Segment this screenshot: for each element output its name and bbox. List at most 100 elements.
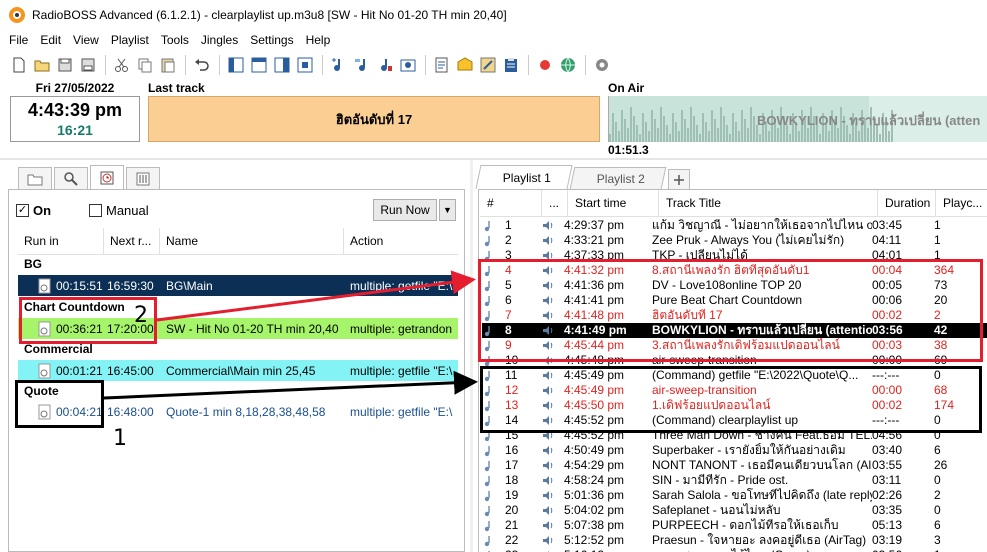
track-note-icon [482,490,494,502]
col-start-time[interactable]: Start time [568,189,659,217]
radioboss-app-icon [9,7,25,23]
track-playcount: 6 [934,518,941,532]
track-start-time: 5:12:52 pm [564,533,625,547]
tab-mixer[interactable] [126,167,160,189]
on-air-label: On Air [608,81,645,95]
on-air-waveform[interactable]: BOWKYLION - ทราบแล้วเปลี่ยน (atten [608,96,987,142]
stream-icon[interactable] [557,54,579,76]
col-name[interactable]: Name [160,227,344,255]
menu-tools[interactable]: Tools [155,30,195,50]
track-playcount: 26 [934,458,948,472]
tag-editor-icon[interactable] [477,54,499,76]
add-special-icon[interactable] [374,54,396,76]
add-folder-icon[interactable] [397,54,419,76]
menu-settings[interactable]: Settings [244,30,299,50]
next-run: 16:59:30 [107,278,154,293]
col-duration[interactable]: Duration [878,189,936,217]
col-playcount[interactable]: Playc... [936,190,987,217]
col-next-run[interactable]: Next r... [104,227,160,255]
new-file-icon[interactable] [8,54,30,76]
add-track-icon[interactable] [328,54,350,76]
save-icon[interactable] [54,54,76,76]
track-note-icon [482,460,494,472]
tab-playlist-1[interactable]: Playlist 1 [475,165,573,189]
menu-view[interactable]: View [67,30,105,50]
waveform-bar [753,116,755,142]
annotation-box-red-playlist [478,259,983,362]
next-run: 16:45:00 [107,363,154,378]
run-now-button[interactable]: Run Now [373,199,437,221]
copy-icon[interactable] [134,54,156,76]
menu-edit[interactable]: Edit [34,30,67,50]
col-number[interactable]: # [480,189,542,217]
waveform-bar [624,119,626,142]
track-start-time: 4:33:21 pm [564,233,625,247]
event-icon [38,278,51,293]
track-duration: 03:45 [872,218,903,232]
waveform-bar [657,128,659,142]
manual-checkbox[interactable]: Manual [89,203,149,218]
menu-file[interactable]: File [0,30,34,50]
track-title: NONT TANONT - เธอมีคนเดียวบนโลก (Al... [652,458,872,472]
event-action: multiple: getfile "E:\ [350,278,453,293]
paste-icon[interactable] [157,54,179,76]
playlist-row[interactable]: 22 5:12:52 pm Praesun - ใจหายอะ ลงคอยู่ดีเ… [482,533,987,548]
waveform-bar [669,134,671,142]
playlist-row[interactable]: 19 5:01:36 pm Sarah Salola - ขอโทษที่ไปคิด… [482,488,987,503]
col-track-title[interactable]: Track Title [659,189,878,217]
label-icon[interactable] [454,54,476,76]
menu-help[interactable]: Help [300,30,337,50]
scheduler-on-checkbox[interactable]: ✓ On [16,203,51,218]
track-number: 17 [505,458,519,472]
col-run-in[interactable]: Run in [18,227,104,255]
track-start-time: 5:01:36 pm [564,488,625,502]
layout-left-icon[interactable] [225,54,247,76]
speaker-icon [534,490,562,501]
record-icon[interactable] [534,54,556,76]
layout-top-icon[interactable] [248,54,270,76]
track-title: PURPEECH - ดอกไม้ที่รอให้เธอเก็บ [652,518,839,532]
report-icon[interactable] [431,54,453,76]
menu-jingles[interactable]: Jingles [195,30,244,50]
playlist-row[interactable]: 1 4:29:37 pm แก้ม วิชญาณี - ไม่อยากให้เธอจ… [482,218,987,233]
waveform-bar [672,113,674,142]
speaker-icon [534,475,562,486]
waveform-bar [627,128,629,142]
run-in: 00:01:21 [56,363,103,378]
col-action[interactable]: Action [344,228,458,255]
tab-scheduler[interactable] [90,165,124,189]
annotation-box-black-playlist [480,366,982,433]
playlist-row[interactable]: 16 4:50:49 pm Superbaker - เรายังยิ้มให้กั… [482,443,987,458]
layout-split-icon[interactable] [271,54,293,76]
waveform-bar [675,122,677,142]
playlist-row[interactable]: 2 4:33:21 pm Zee Pruk - Always You (ไม่เคย… [482,233,987,248]
layout-box-icon[interactable] [294,54,316,76]
cut-icon[interactable] [111,54,133,76]
add-playlist-button[interactable] [668,169,691,189]
undo-icon[interactable] [191,54,213,76]
tab-explorer[interactable] [18,167,52,189]
scheduler-row[interactable]: 00:01:21 16:45:00 Commercial\Main min 25… [18,360,458,381]
run-now-dropdown[interactable]: ▼ [439,199,456,221]
insert-track-icon[interactable] [351,54,373,76]
tab-playlist-2[interactable]: Playlist 2 [569,167,667,189]
waveform-bar [651,110,653,142]
menu-playlist[interactable]: Playlist [105,30,155,50]
waveform-bar [678,131,680,142]
save-as-icon[interactable] [77,54,99,76]
playlist-row[interactable]: 20 5:04:02 pm Safeplanet - นอนไม่หลับ 03:35… [482,503,987,518]
open-icon[interactable] [31,54,53,76]
playlist-row[interactable]: 23 5:16:12 pmพลอยชมพู - ขอได้ไหม (Cover)0… [482,548,987,552]
clipboard-icon[interactable] [500,54,522,76]
group-bg[interactable]: BG [24,257,42,271]
settings-icon[interactable] [591,54,613,76]
scheduler-row[interactable]: 00:15:51 16:59:30 BG\Main multiple: getf… [18,275,458,296]
track-duration: 03:19 [872,533,903,547]
splitter[interactable] [470,160,473,552]
tab-search[interactable] [54,167,88,189]
group-commercial[interactable]: Commercial [24,342,93,356]
playlist-row[interactable]: 18 4:58:24 pm SIN - มามี่ที่รัก - Pride os… [482,473,987,488]
playlist-row[interactable]: 21 5:07:38 pm PURPEECH - ดอกไม้ที่รอให้เธอ… [482,518,987,533]
col-status[interactable]: ... [542,189,568,217]
playlist-row[interactable]: 17 4:54:29 pm NONT TANONT - เธอมีคนเดียวบน… [482,458,987,473]
